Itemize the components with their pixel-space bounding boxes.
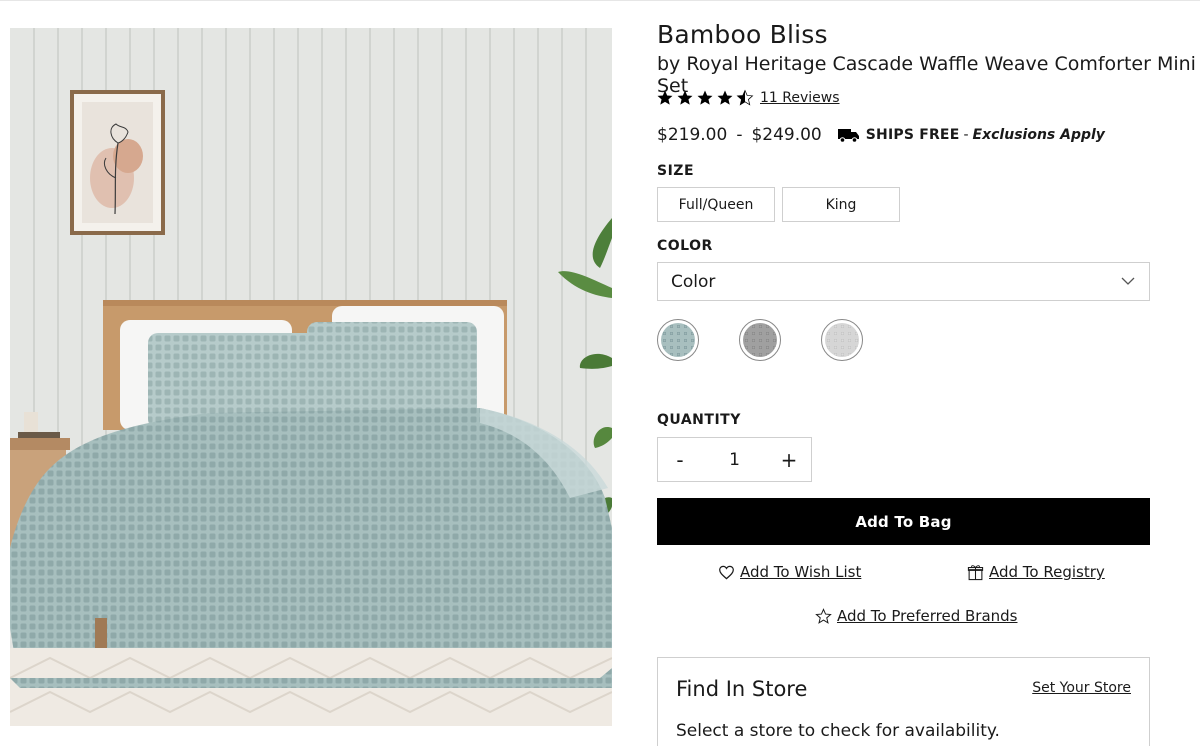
shipping-dash: - bbox=[963, 127, 969, 143]
add-to-wish-list-link[interactable]: Add To Wish List bbox=[718, 563, 861, 581]
star-icon bbox=[657, 90, 673, 105]
product-image[interactable] bbox=[10, 28, 612, 726]
add-to-registry-link[interactable]: Add To Registry bbox=[967, 563, 1105, 581]
quantity-increase-button[interactable]: + bbox=[767, 438, 811, 481]
ships-free-text: SHIPS FREE bbox=[865, 127, 960, 143]
swatch-fill bbox=[743, 323, 777, 357]
color-label: COLOR bbox=[657, 238, 713, 254]
chevron-down-icon bbox=[1121, 277, 1135, 285]
find-in-store-title: Find In Store bbox=[676, 677, 808, 701]
set-your-store-link[interactable]: Set Your Store bbox=[1032, 680, 1131, 696]
swatch-fill bbox=[825, 323, 859, 357]
find-in-store-panel: Find In Store Set Your Store Select a st… bbox=[657, 657, 1150, 746]
star-icon bbox=[697, 90, 713, 105]
heart-icon bbox=[719, 565, 734, 579]
size-option-full-queen[interactable]: Full/Queen bbox=[657, 187, 775, 222]
price-row: $219.00 - $249.00 SHIPS FREE - Exclusion… bbox=[657, 124, 1105, 146]
color-dropdown-value: Color bbox=[671, 271, 716, 292]
top-divider bbox=[0, 0, 1200, 1]
size-label: SIZE bbox=[657, 163, 695, 179]
reviews-link[interactable]: 11 Reviews bbox=[760, 90, 840, 106]
shipping-info: SHIPS FREE - Exclusions Apply bbox=[837, 127, 1105, 143]
color-dropdown[interactable]: Color bbox=[657, 262, 1150, 301]
color-swatch-gray[interactable] bbox=[739, 319, 781, 361]
preferred-brands-label: Add To Preferred Brands bbox=[837, 607, 1018, 625]
bedroom-photo bbox=[10, 28, 612, 726]
gift-icon bbox=[967, 564, 984, 580]
quantity-decrease-button[interactable]: - bbox=[658, 438, 702, 481]
size-option-king[interactable]: King bbox=[782, 187, 900, 222]
exclusions-link[interactable]: Exclusions Apply bbox=[973, 127, 1105, 143]
add-to-preferred-brands-link[interactable]: Add To Preferred Brands bbox=[815, 607, 1017, 625]
color-swatch-light-gray[interactable] bbox=[821, 319, 863, 361]
add-to-bag-button[interactable]: Add To Bag bbox=[657, 498, 1150, 545]
color-swatch-sage[interactable] bbox=[657, 319, 699, 361]
half-star-icon bbox=[736, 89, 754, 106]
price-high: $249.00 bbox=[751, 125, 822, 145]
store-availability-hint: Select a store to check for availability… bbox=[676, 721, 1000, 741]
registry-label: Add To Registry bbox=[989, 563, 1105, 581]
wish-list-label: Add To Wish List bbox=[740, 563, 862, 581]
price-low: $219.00 bbox=[657, 125, 728, 145]
price-separator: - bbox=[736, 125, 743, 145]
rating-row: 11 Reviews bbox=[656, 88, 840, 108]
star-rating bbox=[656, 89, 754, 107]
quantity-stepper: - 1 + bbox=[657, 437, 812, 482]
star-icon bbox=[677, 90, 693, 105]
swatch-fill bbox=[661, 323, 695, 357]
truck-icon bbox=[837, 129, 859, 143]
quantity-input[interactable]: 1 bbox=[702, 450, 767, 470]
product-brand[interactable]: Bamboo Bliss bbox=[657, 20, 828, 49]
star-outline-icon bbox=[815, 607, 832, 624]
star-icon bbox=[717, 90, 733, 105]
quantity-label: QUANTITY bbox=[657, 412, 741, 428]
